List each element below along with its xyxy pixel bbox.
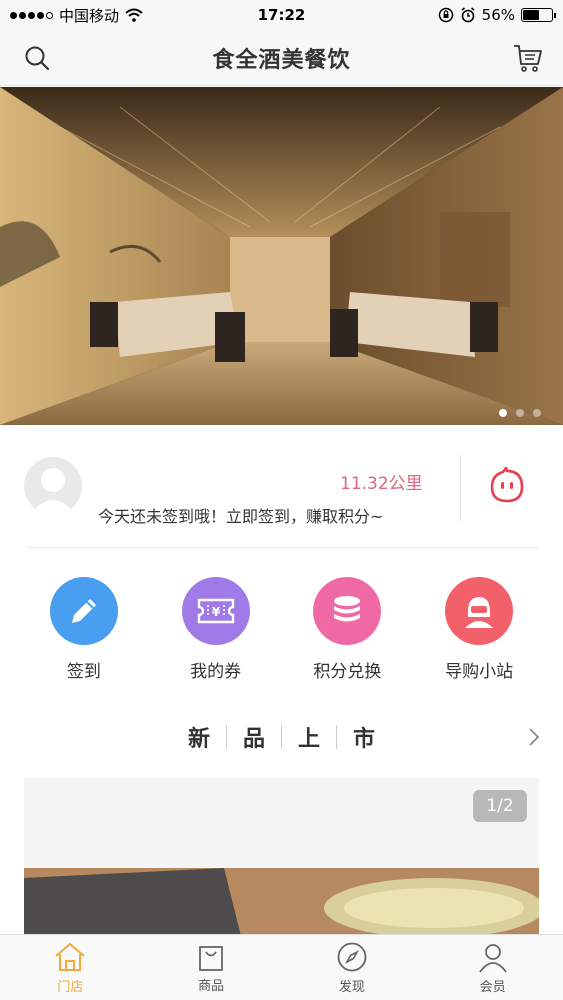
quick-menu-label: 积分兑换 xyxy=(313,662,382,682)
coupon-icon: ¥ xyxy=(197,598,234,624)
carrier-label: 中国移动 xyxy=(59,6,120,25)
quick-menu-icon-bg xyxy=(313,577,382,645)
quick-menu-coupons[interactable]: ¥ 我的券 xyxy=(156,577,276,687)
product-card[interactable]: 1/2 xyxy=(24,778,539,938)
quick-menu-points-exchange[interactable]: 积分兑换 xyxy=(287,577,407,687)
coins-icon xyxy=(334,596,361,622)
battery-fill xyxy=(523,10,539,20)
avatar[interactable] xyxy=(24,457,82,515)
status-right: 56% xyxy=(438,6,556,24)
wifi-icon xyxy=(125,8,143,22)
clock: 17:22 xyxy=(257,6,306,24)
section-title-char: 品 xyxy=(242,727,265,752)
compass-icon xyxy=(337,942,367,971)
section-title-char: 新 xyxy=(187,727,210,752)
person-icon xyxy=(478,943,507,973)
carousel-dot[interactable] xyxy=(499,409,507,417)
svg-text:¥: ¥ xyxy=(211,605,220,619)
quick-menu-signin[interactable]: 签到 xyxy=(24,577,144,687)
alarm-icon xyxy=(461,7,475,23)
quick-menu-icon-bg xyxy=(49,577,118,645)
nav-bar: 食全酒美餐饮 xyxy=(0,30,563,86)
signal-icon xyxy=(10,11,53,19)
tab-member[interactable]: 会员 xyxy=(422,935,563,1000)
cart-icon xyxy=(514,45,542,72)
battery-icon xyxy=(521,8,556,22)
member-info: 11.32公里 今天还未签到哦！立即签到，赚取积分~ xyxy=(0,435,563,547)
pencil-icon xyxy=(71,599,96,623)
carousel-dot[interactable] xyxy=(516,409,524,417)
quick-menu-label: 我的券 xyxy=(190,662,242,682)
section-title-char: 上 xyxy=(298,727,321,752)
quick-menu-icon-bg: ¥ xyxy=(181,577,250,645)
tab-label: 门店 xyxy=(57,979,84,995)
quick-menu: 签到 ¥ 我的券 积分兑换 导购小站 xyxy=(0,577,563,687)
tab-products[interactable]: 商品 xyxy=(141,935,282,1000)
quick-menu-icon-bg xyxy=(445,577,514,645)
chevron-right-icon[interactable] xyxy=(523,726,545,748)
tab-label: 发现 xyxy=(338,979,365,995)
bag-icon xyxy=(199,945,224,971)
search-button[interactable] xyxy=(22,43,52,73)
quick-menu-label: 导购小站 xyxy=(445,662,514,682)
section-title: 新 品 上 市 xyxy=(172,721,391,753)
quick-menu-label: 签到 xyxy=(66,662,101,682)
cart-button[interactable] xyxy=(513,43,543,73)
shopper-icon xyxy=(465,597,494,628)
divider xyxy=(460,455,461,521)
banner-carousel[interactable] xyxy=(0,87,563,425)
product-photo xyxy=(24,868,539,938)
restaurant-photo xyxy=(0,87,563,425)
status-left: 中国移动 xyxy=(10,5,143,26)
user-placeholder-icon xyxy=(30,468,76,515)
carousel-indicator[interactable] xyxy=(499,409,541,417)
tab-store[interactable]: 门店 xyxy=(0,935,141,1000)
section-title-char: 市 xyxy=(353,727,376,752)
section-divider xyxy=(28,547,538,548)
new-arrivals-header: 新 品 上 市 xyxy=(0,718,563,756)
carousel-dot[interactable] xyxy=(533,409,541,417)
mascot-icon[interactable] xyxy=(488,467,526,505)
tab-label: 会员 xyxy=(479,979,506,995)
battery-percent: 56% xyxy=(481,6,515,24)
quick-menu-shopping-guide[interactable]: 导购小站 xyxy=(419,577,539,687)
rotation-lock-icon xyxy=(438,7,453,23)
house-icon xyxy=(55,942,86,971)
search-icon xyxy=(25,46,50,71)
page-indicator: 1/2 xyxy=(473,790,527,822)
tab-bar: 门店 商品 发现 会员 xyxy=(0,934,563,1000)
tab-discover[interactable]: 发现 xyxy=(282,935,423,1000)
tab-label: 商品 xyxy=(198,978,225,994)
signin-prompt[interactable]: 今天还未签到哦！立即签到，赚取积分~ xyxy=(98,503,383,527)
distance-label: 11.32公里 xyxy=(340,474,423,494)
page-title: 食全酒美餐饮 xyxy=(212,47,351,73)
status-bar: 中国移动 17:22 56% xyxy=(0,0,563,30)
